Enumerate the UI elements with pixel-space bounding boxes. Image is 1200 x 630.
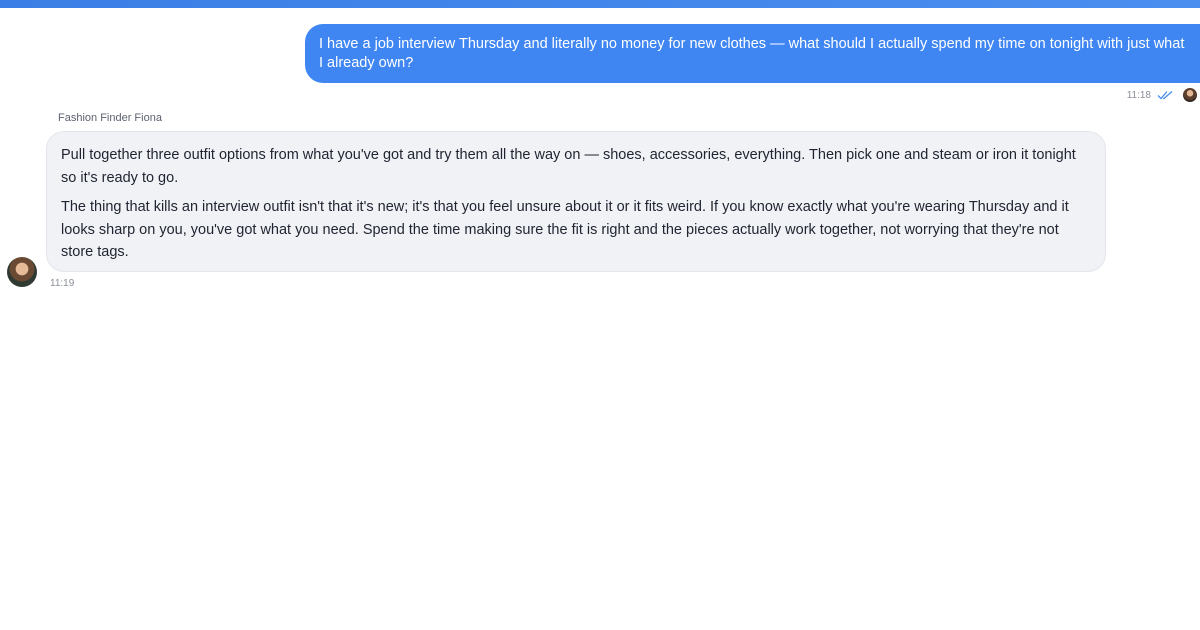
user-avatar[interactable] bbox=[1183, 88, 1197, 102]
assistant-message-time: 11:19 bbox=[50, 278, 75, 289]
user-message-time: 11:18 bbox=[1126, 89, 1151, 101]
assistant-message-bubble: Pull together three outfit options from … bbox=[46, 131, 1106, 272]
assistant-avatar[interactable] bbox=[7, 257, 37, 287]
assistant-sender-name: Fashion Finder Fiona bbox=[58, 112, 162, 124]
user-message-text: I have a job interview Thursday and lite… bbox=[319, 36, 1185, 71]
double-check-icon bbox=[1157, 91, 1173, 100]
user-message-meta: 11:18 bbox=[1127, 87, 1197, 103]
assistant-paragraph: Pull together three outfit options from … bbox=[61, 147, 1076, 186]
user-message-bubble: I have a job interview Thursday and lite… bbox=[305, 24, 1200, 83]
assistant-paragraph: The thing that kills an interview outfit… bbox=[61, 199, 1069, 260]
top-accent-bar bbox=[0, 0, 1200, 8]
